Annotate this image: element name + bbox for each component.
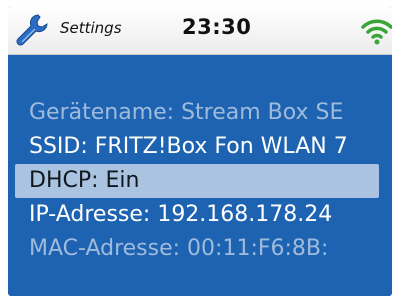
clock-time: 23:30 [182, 15, 252, 39]
list-item-ip-address[interactable]: IP-Adresse: 192.168.178.24 [8, 198, 392, 232]
device-screen: Settings 23:30 Gerätename: Stream Box SE… [8, 6, 392, 296]
list-item-device-name[interactable]: Gerätename: Stream Box SE [8, 96, 392, 130]
app-title: Settings [60, 19, 122, 37]
wifi-icon [361, 19, 392, 45]
settings-list: Gerätename: Stream Box SE SSID: FRITZ!Bo… [8, 96, 392, 266]
list-item-ssid[interactable]: SSID: FRITZ!Box Fon WLAN 7 [8, 130, 392, 164]
status-bar: Settings 23:30 [8, 6, 392, 55]
list-item-mac-address[interactable]: MAC-Adresse: 00:11:F6:8B: [8, 232, 392, 266]
list-item-dhcp[interactable]: DHCP: Ein [15, 164, 379, 198]
wrench-icon [16, 14, 48, 46]
